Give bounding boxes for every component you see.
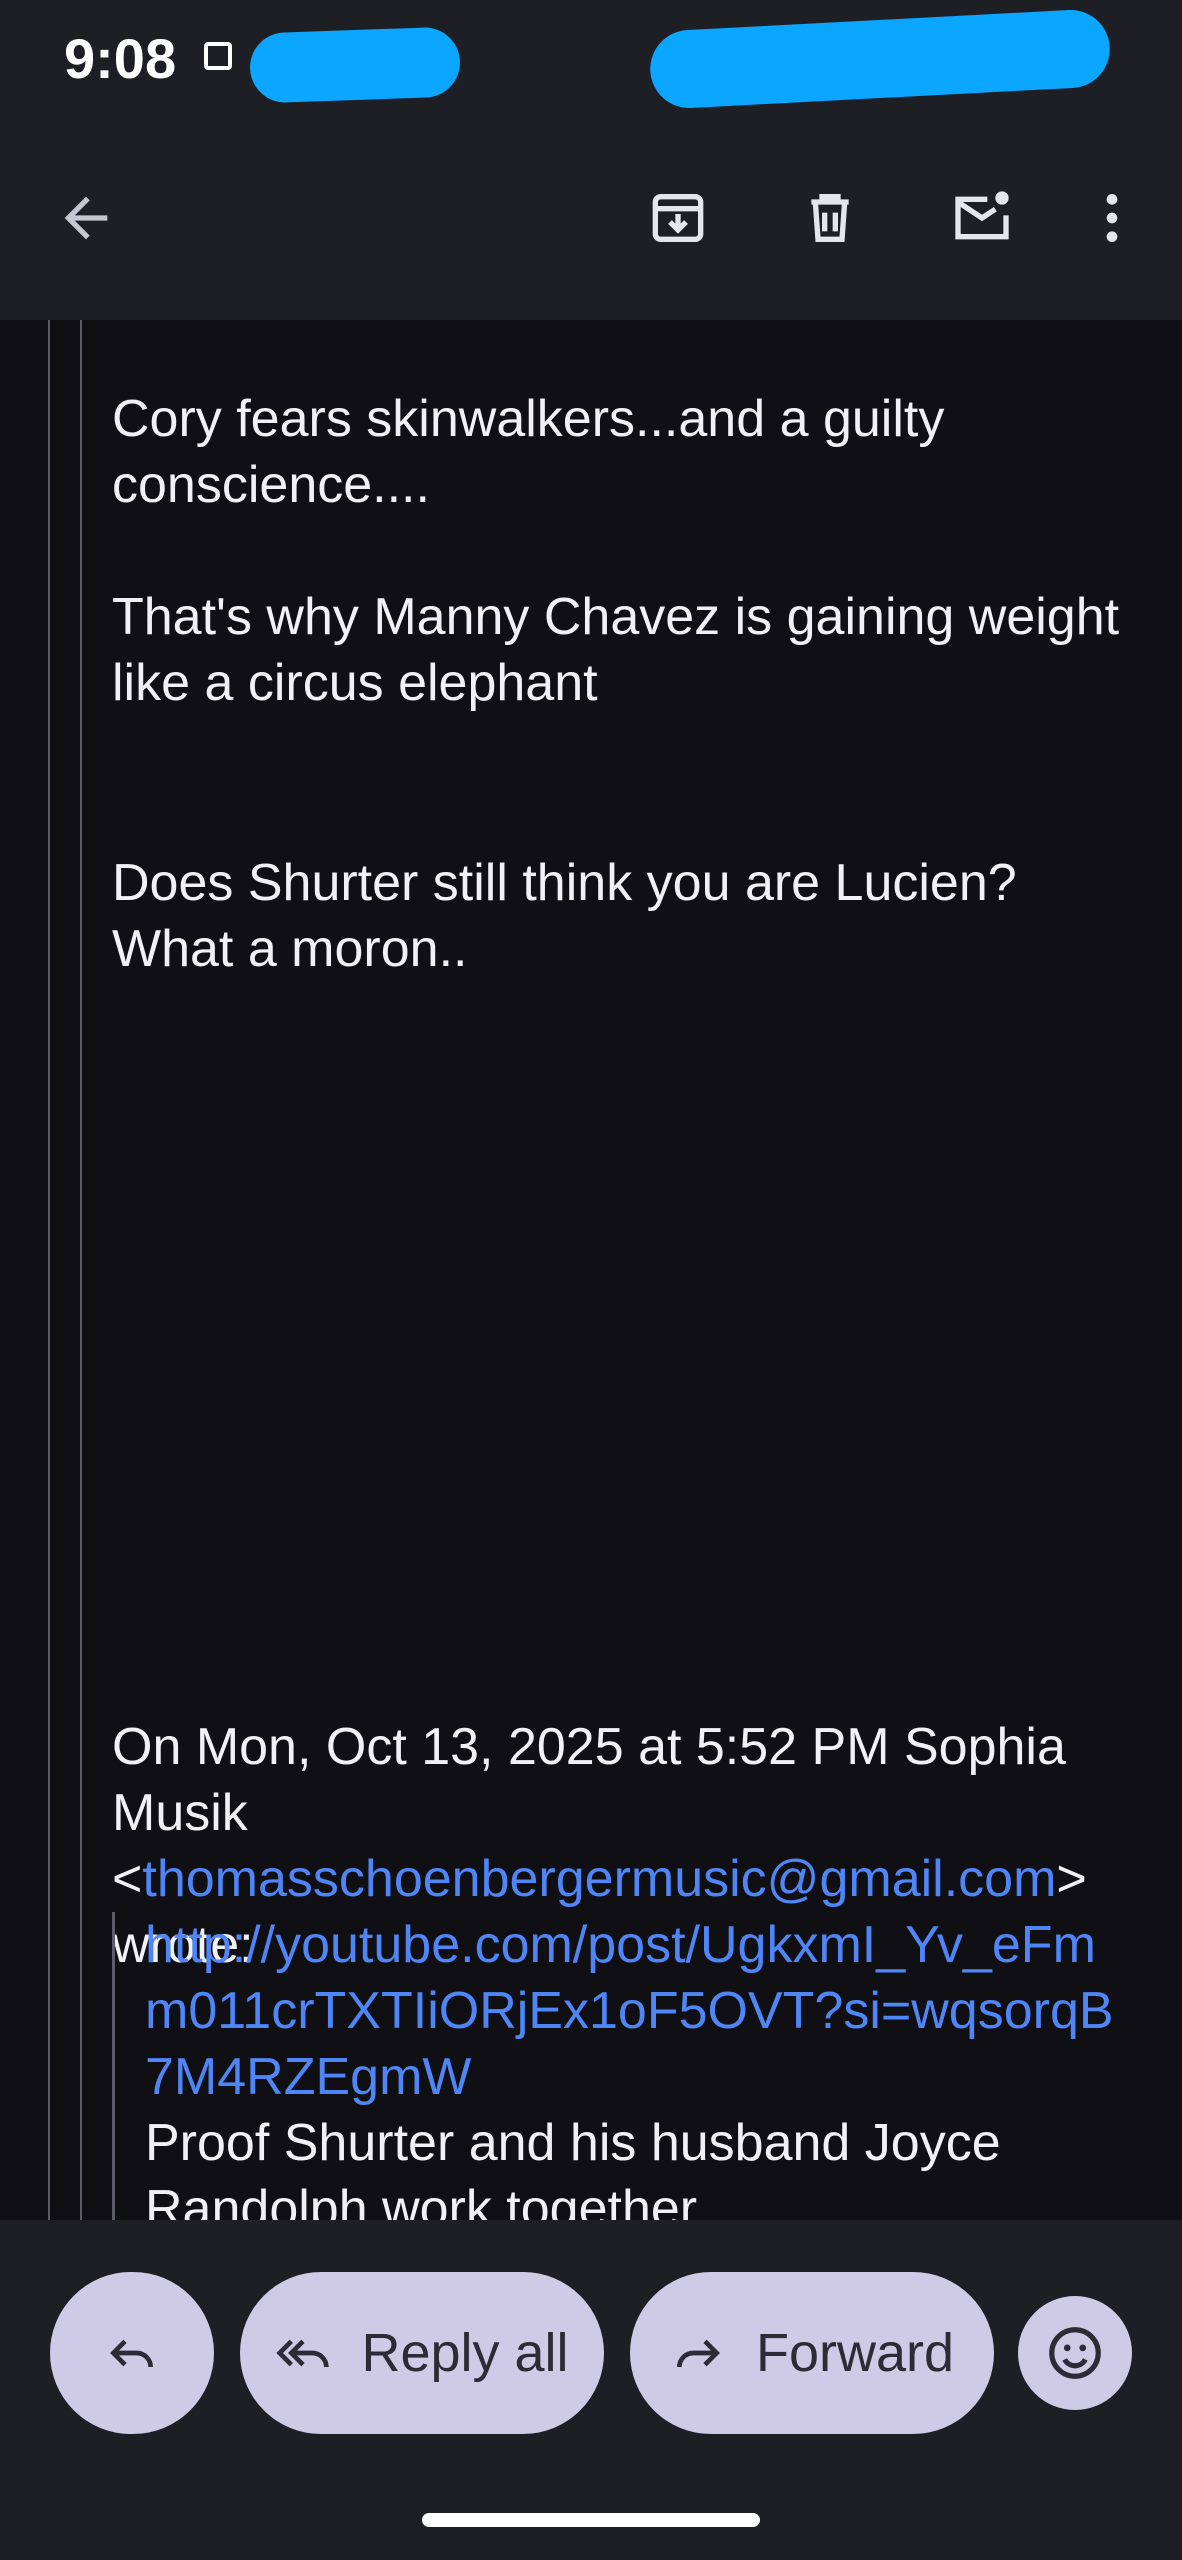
back-button[interactable]: [36, 168, 136, 268]
reply-all-icon: [276, 2339, 330, 2368]
notification-icon: [204, 42, 232, 70]
status-time: 9:08: [64, 27, 177, 90]
quote-bar: [48, 320, 50, 2220]
reply-all-label: Reply all: [361, 2323, 569, 2383]
archive-icon: [652, 194, 704, 242]
action-bar: Reply all Forward: [0, 2220, 1182, 2560]
reply-button[interactable]: [50, 2272, 214, 2434]
email-toolbar: [0, 120, 1182, 320]
more-vert-icon: [1106, 194, 1118, 242]
forward-label: Forward: [755, 2323, 955, 2383]
quote-bar: [80, 320, 82, 2220]
forward-button[interactable]: Forward: [630, 2272, 994, 2434]
archive-button[interactable]: [628, 168, 728, 268]
message-paragraph: Cory fears skinwalkers...and a guilty co…: [112, 390, 945, 514]
message-paragraph: Does Shurter still think you are Lucien?…: [112, 854, 1017, 978]
smiley-icon: [1049, 2327, 1101, 2379]
more-options-button[interactable]: [1062, 168, 1162, 268]
quoted-text: Proof Shurter and his husband Joyce Rand…: [145, 2114, 1001, 2220]
email-body: Cory fears skinwalkers...and a guilty co…: [0, 320, 1182, 2220]
forward-icon: [676, 2339, 720, 2368]
emoji-reaction-button[interactable]: [1018, 2296, 1132, 2410]
home-indicator[interactable]: [422, 2513, 760, 2527]
sender-email-link[interactable]: thomasschoenbergermusic@gmail.com: [142, 1850, 1056, 1908]
back-arrow-icon: [64, 196, 108, 240]
trash-icon: [811, 194, 849, 242]
message-paragraph: That's why Manny Chavez is gaining weigh…: [112, 588, 1120, 712]
delete-button[interactable]: [780, 168, 880, 268]
youtube-link[interactable]: http://youtube.com/post/UgkxmI_Yv_eFmm01…: [145, 1912, 1132, 2110]
reply-icon: [110, 2339, 153, 2368]
nested-quote: http://youtube.com/post/UgkxmI_Yv_eFmm01…: [112, 1912, 1132, 2220]
mark-unread-button[interactable]: [932, 168, 1032, 268]
status-bar: 9:08: [0, 0, 1182, 120]
reply-all-button[interactable]: Reply all: [240, 2272, 604, 2434]
mark-unread-icon: [955, 191, 1009, 240]
redaction-mark: [248, 26, 462, 104]
redaction-mark: [648, 8, 1112, 110]
